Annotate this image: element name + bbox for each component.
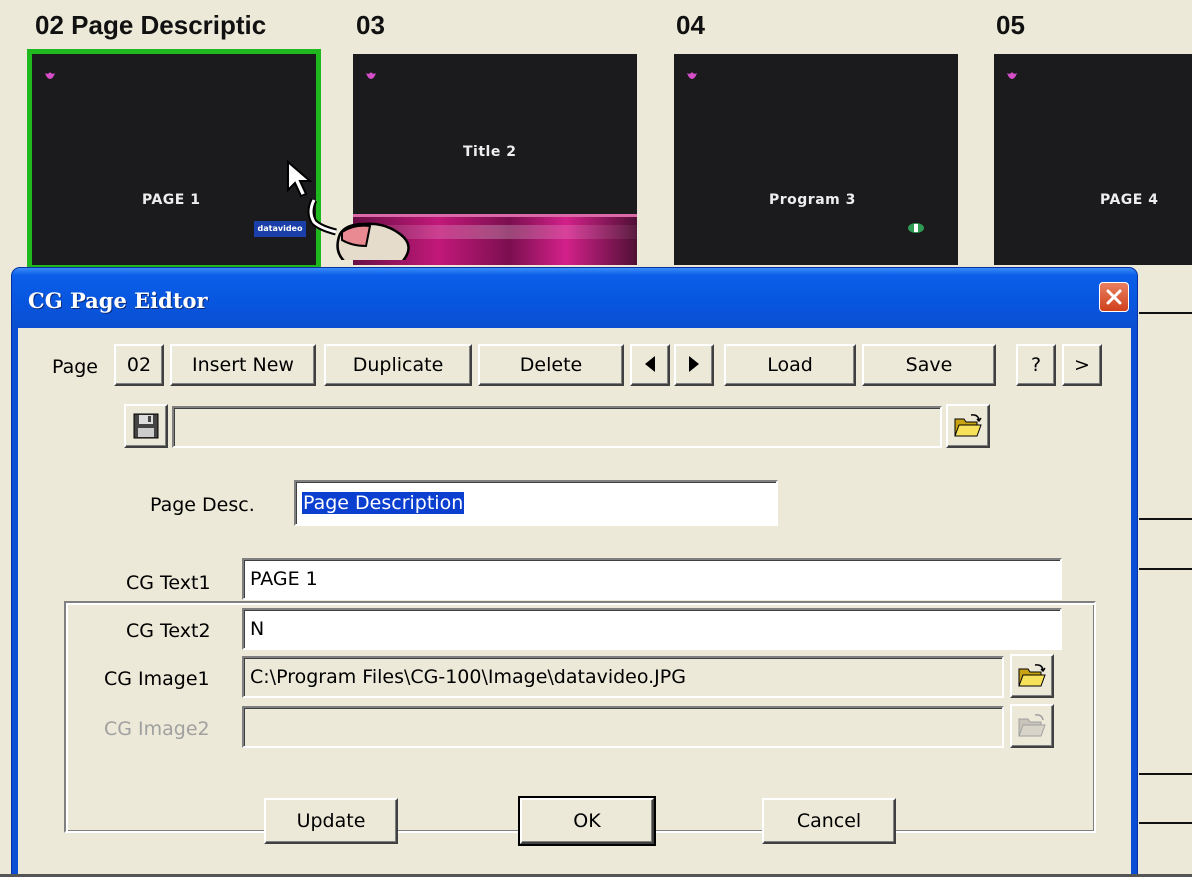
cg-page-editor-dialog: CG Page Eidtor Page 02 Insert New Duplic…: [12, 268, 1137, 875]
thumbnail-label: PAGE 4: [1100, 192, 1159, 208]
open-folder-disabled-icon: [1018, 714, 1046, 737]
divider: [1139, 773, 1192, 775]
cg-image2-label: CG Image2: [104, 718, 210, 740]
thumbnail-header-03: 03: [356, 10, 385, 40]
thumbnail-header-02: 02 Page Descriptic: [35, 10, 267, 40]
save-button[interactable]: Save: [862, 344, 996, 386]
duplicate-button[interactable]: Duplicate: [324, 344, 472, 386]
cg-text1-input[interactable]: PAGE 1: [242, 558, 1062, 600]
page-desc-value: Page Description: [302, 492, 465, 514]
triangle-left-icon: [645, 356, 655, 372]
thumbnail-page-02[interactable]: PAGE 1 datavideo: [27, 49, 321, 270]
lotus-icon: [687, 72, 697, 79]
open-folder-icon: [954, 414, 982, 437]
page-number-button[interactable]: 02: [114, 344, 164, 386]
dialog-titlebar[interactable]: CG Page Eidtor: [12, 268, 1137, 328]
green-logo-icon: [908, 223, 924, 233]
triangle-right-icon: [689, 356, 699, 372]
file-path-field[interactable]: [172, 406, 942, 448]
previous-page-button[interactable]: [630, 344, 670, 386]
cg-image1-path[interactable]: C:\Program Files\CG-100\Image\datavideo.…: [242, 656, 1004, 698]
divider: [1139, 312, 1192, 314]
cancel-button[interactable]: Cancel: [762, 798, 896, 844]
more-button[interactable]: >: [1062, 344, 1102, 386]
lotus-icon: [366, 72, 376, 79]
cg-image1-label: CG Image1: [104, 668, 210, 690]
cg-text1-label: CG Text1: [126, 572, 211, 594]
page-label: Page: [52, 356, 98, 378]
thumbnail-header-04: 04: [676, 10, 705, 40]
mouse-click-icon: [287, 159, 410, 260]
next-page-button[interactable]: [674, 344, 714, 386]
thumbnail-label: Program 3: [769, 192, 856, 208]
browse-image1-button[interactable]: [1010, 654, 1054, 698]
divider: [1139, 822, 1192, 824]
update-button[interactable]: Update: [264, 798, 398, 844]
close-icon: [1106, 289, 1122, 305]
thumbnail-label: PAGE 1: [142, 192, 201, 208]
dialog-client: Page 02 Insert New Duplicate Delete Load…: [18, 328, 1131, 875]
divider: [1139, 568, 1192, 570]
lotus-icon: [1007, 72, 1017, 79]
browse-image2-button: [1010, 704, 1054, 748]
page-desc-input[interactable]: Page Description: [294, 480, 778, 526]
thumbnail-page-05[interactable]: PAGE 4: [994, 54, 1192, 265]
thumbnail-page-04[interactable]: Program 3: [674, 54, 958, 265]
dialog-title: CG Page Eidtor: [28, 288, 208, 313]
lotus-icon: [45, 72, 55, 79]
cg-image2-path: [242, 706, 1004, 748]
cg-text2-input[interactable]: N: [242, 608, 1062, 650]
cg-text2-label: CG Text2: [126, 620, 211, 642]
open-file-button[interactable]: [946, 404, 990, 448]
page-desc-label: Page Desc.: [150, 494, 255, 516]
save-disk-button[interactable]: [124, 404, 168, 448]
divider: [1139, 518, 1192, 520]
close-button[interactable]: [1099, 282, 1129, 312]
help-button[interactable]: ?: [1016, 344, 1056, 386]
load-button[interactable]: Load: [724, 344, 856, 386]
thumbnail-header-05: 05: [996, 10, 1025, 40]
floppy-disk-icon: [133, 413, 159, 439]
delete-button[interactable]: Delete: [478, 344, 624, 386]
insert-new-button[interactable]: Insert New: [170, 344, 316, 386]
ok-button[interactable]: OK: [518, 796, 656, 846]
open-folder-icon: [1018, 664, 1046, 687]
thumbnail-label: Title 2: [463, 144, 517, 160]
